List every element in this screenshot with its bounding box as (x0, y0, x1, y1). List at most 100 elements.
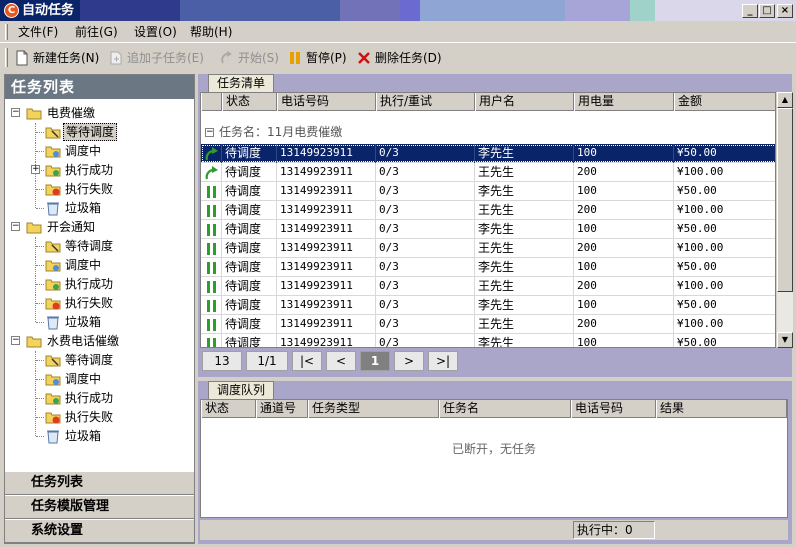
toolbar-grip[interactable] (5, 48, 8, 67)
tree-group-3[interactable]: − 水费电话催缴 (5, 332, 194, 350)
tree-item-failed[interactable]: 执行失败 (5, 180, 194, 198)
tree-collapse-icon[interactable]: − (11, 108, 20, 117)
tree-item-waiting[interactable]: 等待调度 (5, 237, 194, 255)
table-row[interactable]: 待调度 13149923911 0/3 李先生 100 ¥50.00 (201, 182, 775, 201)
start-button[interactable]: 开始(S) (219, 49, 279, 67)
task-grid-scrollbar[interactable]: ▲ ▼ (776, 92, 793, 348)
pause-icon (287, 50, 303, 66)
folder-icon (26, 222, 42, 234)
pager-last-button[interactable]: >| (428, 351, 458, 371)
column-header-status[interactable]: 状态 (222, 93, 277, 111)
column-header-username[interactable]: 用户名 (475, 93, 574, 111)
waiting-schedule-icon (45, 127, 61, 139)
tree-item-waiting[interactable]: 等待调度 (5, 123, 194, 141)
scroll-thumb[interactable] (777, 108, 793, 292)
tree-item-scheduling[interactable]: 调度中 (5, 256, 194, 274)
cell-amount: ¥50.00 (674, 334, 775, 347)
cell-status: 待调度 (222, 296, 277, 315)
queue-column-result[interactable]: 结果 (656, 400, 787, 418)
menubar-grip[interactable] (5, 24, 8, 40)
cell-usage: 100 (574, 296, 674, 315)
column-header-amount[interactable]: 金额 (674, 93, 775, 111)
pager-next-button[interactable]: > (394, 351, 424, 371)
tree-collapse-icon[interactable]: − (11, 222, 20, 231)
tree-item-scheduling[interactable]: 调度中 (5, 142, 194, 160)
cell-status: 待调度 (222, 144, 277, 163)
tree-item-label: 垃圾箱 (65, 429, 102, 443)
queue-column-phone[interactable]: 电话号码 (571, 400, 656, 418)
tree-collapse-icon[interactable]: − (11, 336, 20, 345)
table-row[interactable]: 待调度 13149923911 0/3 李先生 100 ¥50.00 (201, 258, 775, 277)
task-group-row[interactable]: − 任务名：11月电费催缴 (201, 123, 775, 141)
trash-icon (47, 202, 59, 216)
tree-item-success[interactable]: 执行成功 (5, 275, 194, 293)
cell-status: 待调度 (222, 163, 277, 182)
cell-amount: ¥100.00 (674, 277, 775, 296)
tab-dispatch-queue[interactable]: 调度队列 (208, 381, 275, 399)
task-list-panel: 任务清单 状态 电话号码 执行/重试 用户名 用电量 金额 − 任务名：11月电… (198, 74, 793, 377)
delete-task-button[interactable]: 删除任务(D) (356, 49, 442, 67)
new-task-button[interactable]: 新建任务(N) (14, 49, 99, 67)
menu-settings[interactable]: 设置(O) (134, 25, 177, 39)
tab-task-list[interactable]: 任务清单 (208, 74, 275, 92)
menu-goto[interactable]: 前往(G) (75, 25, 118, 39)
tree-item-failed[interactable]: 执行失败 (5, 294, 194, 312)
scroll-down-icon[interactable]: ▼ (777, 332, 793, 348)
queue-column-status[interactable]: 状态 (201, 400, 256, 418)
table-row[interactable]: 待调度 13149923911 0/3 李先生 100 ¥50.00 (201, 144, 775, 163)
menu-help[interactable]: 帮助(H) (190, 25, 232, 39)
cell-phone: 13149923911 (277, 296, 376, 315)
scroll-up-icon[interactable]: ▲ (777, 92, 793, 108)
pause-button[interactable]: 暂停(P) (287, 49, 347, 67)
tree-item-success[interactable]: 执行成功 (5, 389, 194, 407)
column-header-exec-retry[interactable]: 执行/重试 (376, 93, 475, 111)
queue-column-channel[interactable]: 通道号 (256, 400, 308, 418)
title-bar[interactable]: C 自动任务 _ □ × (0, 0, 796, 21)
pager-first-button[interactable]: |< (292, 351, 322, 371)
cell-exec-retry: 0/3 (376, 182, 475, 201)
tree-item-success[interactable]: + 执行成功 (5, 161, 194, 179)
table-row[interactable]: 待调度 13149923911 0/3 王先生 200 ¥100.00 (201, 163, 775, 182)
tree-item-label: 调度中 (65, 258, 102, 272)
queue-column-task-type[interactable]: 任务类型 (308, 400, 439, 418)
table-row[interactable]: 待调度 13149923911 0/3 王先生 200 ¥100.00 (201, 201, 775, 220)
row-state-cell (201, 239, 222, 258)
table-row[interactable]: 待调度 13149923911 0/3 王先生 200 ¥100.00 (201, 277, 775, 296)
tree-item-scheduling[interactable]: 调度中 (5, 370, 194, 388)
new-document-icon (14, 50, 30, 66)
table-row[interactable]: 待调度 13149923911 0/3 王先生 200 ¥100.00 (201, 239, 775, 258)
table-row[interactable]: 待调度 13149923911 0/3 李先生 100 ¥50.00 (201, 334, 775, 347)
tree-expand-icon[interactable]: + (31, 165, 40, 174)
tree-group-2[interactable]: − 开会通知 (5, 218, 194, 236)
task-tree[interactable]: − 电费催缴 等待调度 调度中 + 执行成功 执行失败 垃圾箱 − 开会通知 等待调度 调度中 执行成功… (5, 99, 194, 471)
tree-item-failed[interactable]: 执行失败 (5, 408, 194, 426)
table-row[interactable]: 待调度 13149923911 0/3 王先生 200 ¥100.00 (201, 315, 775, 334)
queue-column-task-name[interactable]: 任务名 (439, 400, 571, 418)
tree-item-trash[interactable]: 垃圾箱 (5, 313, 194, 331)
tree-group-1[interactable]: − 电费催缴 (5, 104, 194, 122)
nav-task-list[interactable]: 任务列表 (5, 471, 194, 495)
table-row[interactable]: 待调度 13149923911 0/3 李先生 100 ¥50.00 (201, 296, 775, 315)
pager-prev-button[interactable]: < (326, 351, 356, 371)
table-row[interactable]: 待调度 13149923911 0/3 李先生 100 ¥50.00 (201, 220, 775, 239)
tree-item-trash[interactable]: 垃圾箱 (5, 427, 194, 445)
nav-system-settings[interactable]: 系统设置 (5, 519, 194, 543)
cell-username: 王先生 (475, 315, 574, 334)
cell-phone: 13149923911 (277, 163, 376, 182)
maximize-button[interactable]: □ (759, 4, 775, 18)
tree-item-waiting[interactable]: 等待调度 (5, 351, 194, 369)
close-button[interactable]: × (777, 4, 793, 18)
cell-status: 待调度 (222, 220, 277, 239)
minimize-button[interactable]: _ (742, 4, 758, 18)
column-header-phone[interactable]: 电话号码 (277, 93, 376, 111)
tree-item-trash[interactable]: 垃圾箱 (5, 199, 194, 217)
pager-current-page[interactable]: 1 (360, 351, 390, 371)
collapse-group-icon[interactable]: − (205, 128, 214, 137)
add-subtask-button[interactable]: 追加子任务(E) (108, 49, 204, 67)
column-header-usage[interactable]: 用电量 (574, 93, 674, 111)
row-state-cell (201, 163, 222, 182)
menu-file[interactable]: 文件(F) (18, 25, 58, 39)
column-header-icon[interactable] (201, 93, 222, 111)
tree-item-label: 垃圾箱 (65, 201, 102, 215)
nav-template-management[interactable]: 任务模版管理 (5, 495, 194, 519)
